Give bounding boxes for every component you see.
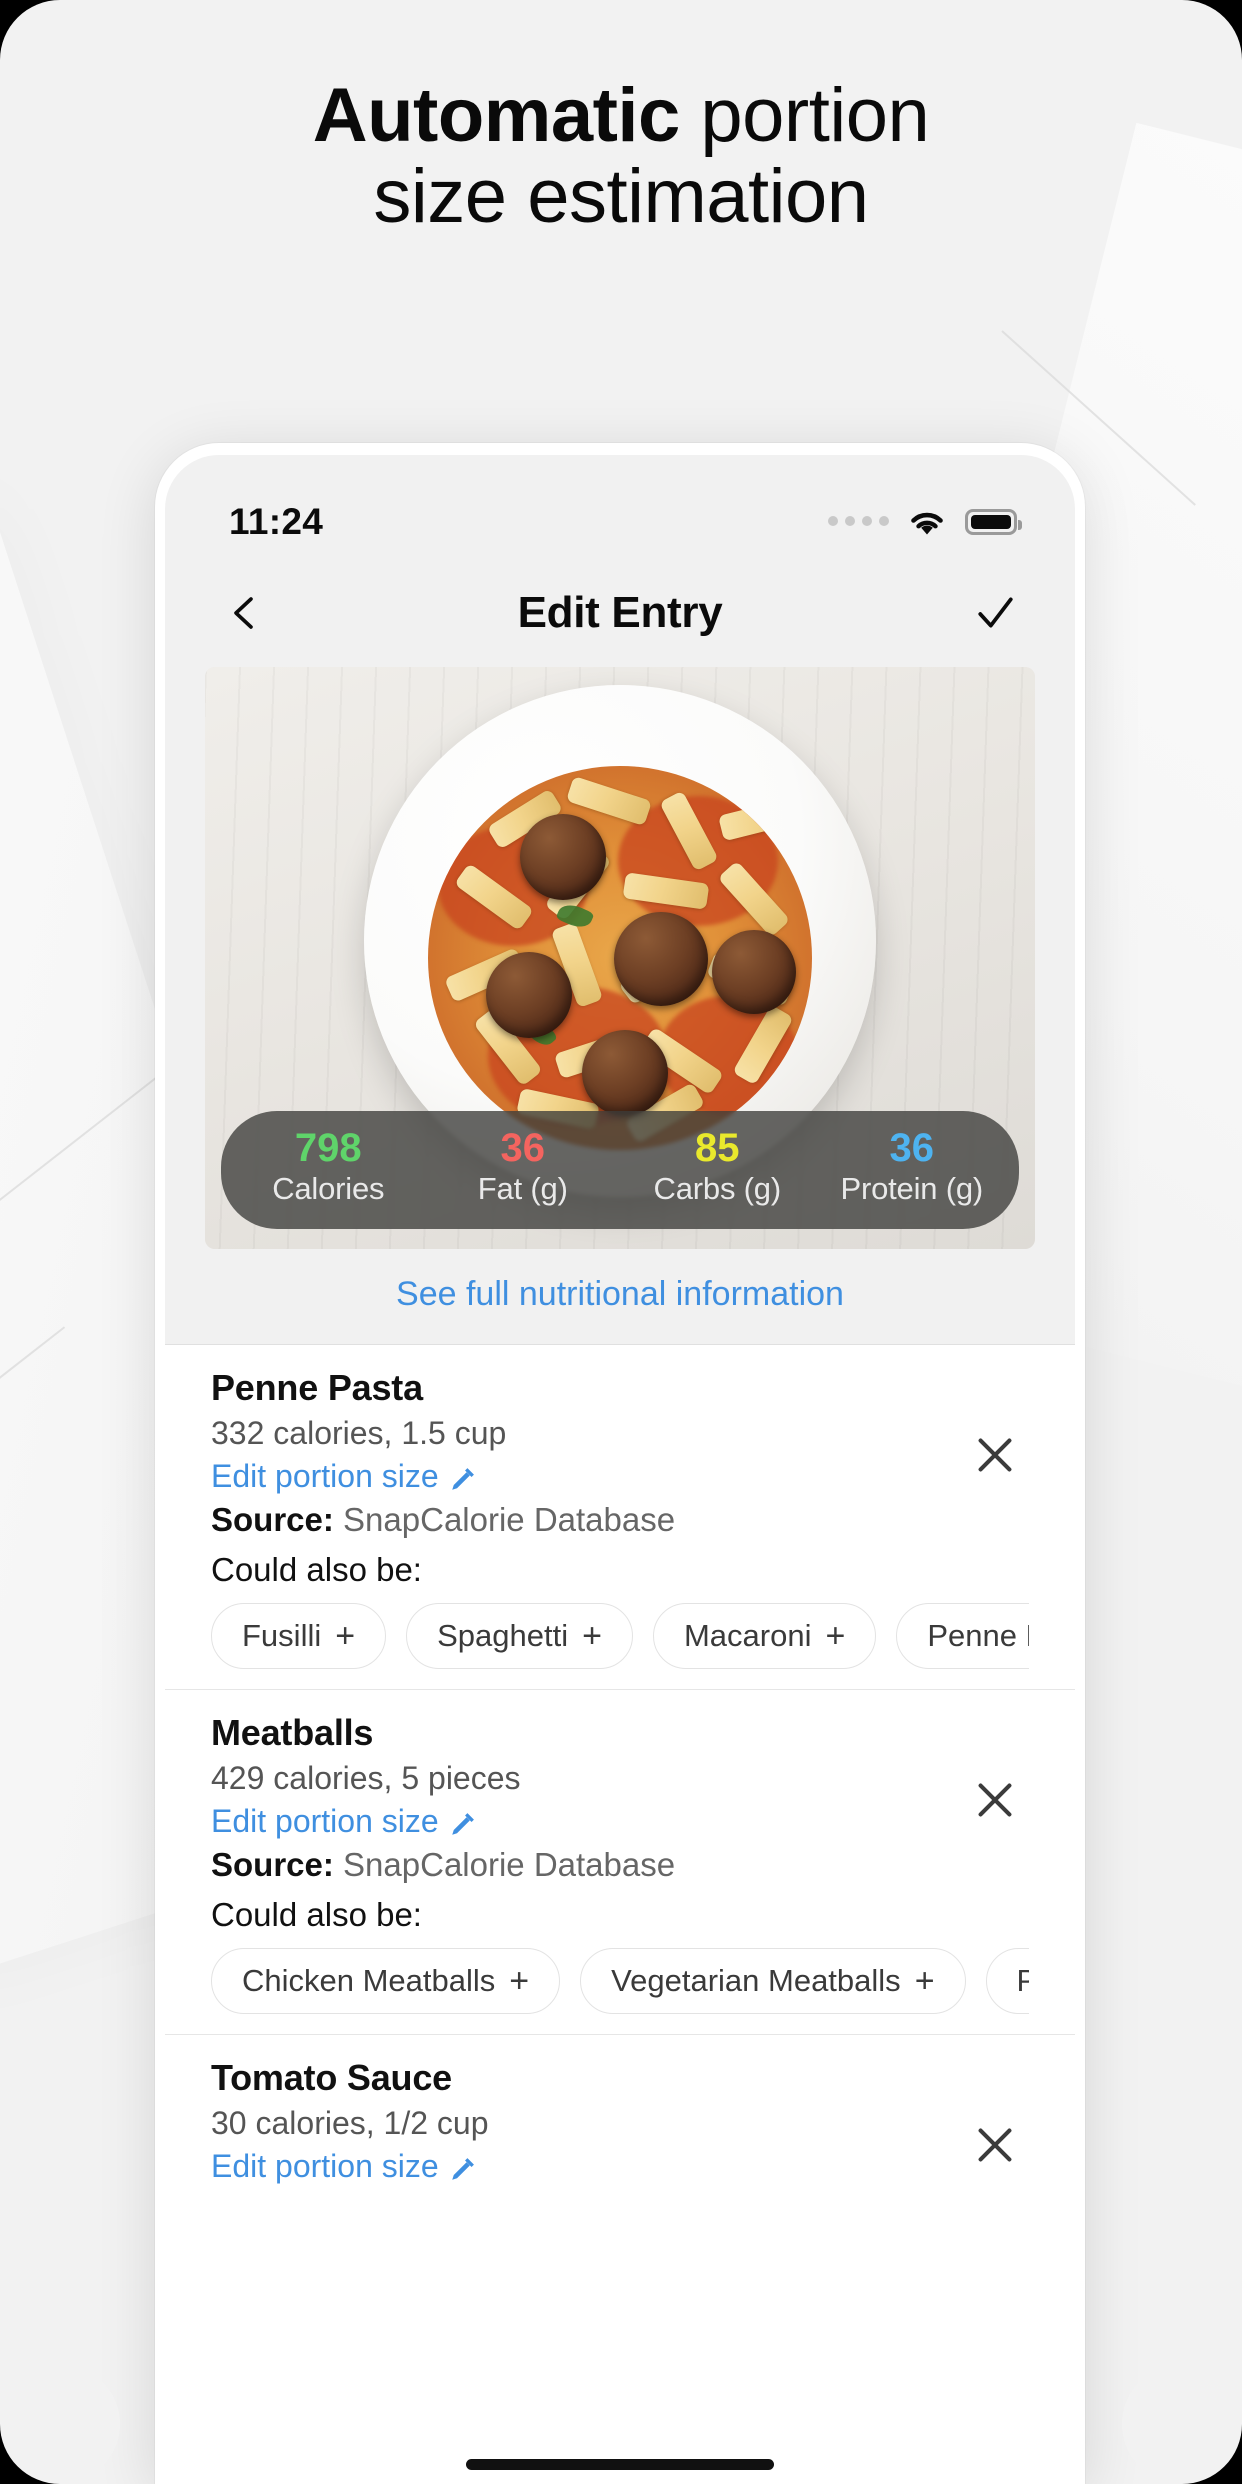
alternative-chip[interactable]: Macaroni +: [652, 1603, 877, 1669]
meal-photo[interactable]: 798 Calories 36 Fat (g) 85 Carbs (g) 36 …: [205, 667, 1035, 1249]
macro-protein: 36 Protein (g): [815, 1127, 1010, 1209]
page-headline: Automatic portion size estimation: [0, 73, 1242, 239]
headline-strong: Automatic: [312, 73, 681, 158]
macro-summary-overlay: 798 Calories 36 Fat (g) 85 Carbs (g) 36 …: [221, 1110, 1019, 1229]
food-pile: [428, 766, 812, 1150]
pencil-icon: [449, 1809, 475, 1835]
macro-carbs-label: Carbs (g): [653, 1170, 782, 1206]
plus-icon: +: [825, 1617, 846, 1655]
confirm-button[interactable]: [965, 583, 1025, 643]
edit-portion-size-button[interactable]: Edit portion size: [211, 1803, 1029, 1840]
corner-mask-top-left: [0, 0, 120, 120]
macro-calories-value: 798: [294, 1125, 362, 1170]
item-calories: 429 calories, 5 pieces: [211, 1760, 521, 1796]
checkmark-icon: [978, 597, 1013, 628]
macro-protein-value: 36: [889, 1125, 935, 1170]
macro-fat: 36 Fat (g): [426, 1127, 621, 1209]
alternative-chip[interactable]: Chicken Meatballs +: [211, 1948, 561, 2014]
close-icon: [978, 1438, 1012, 1472]
edit-portion-size-button[interactable]: Edit portion size: [211, 2148, 1029, 2185]
plus-icon: +: [509, 1962, 530, 2000]
phone-mockup: 11:24 Edit Entry 798 Calories 36 Fat (g)…: [155, 443, 1085, 2484]
item-name: Meatballs: [211, 1712, 374, 1753]
plus-icon: +: [914, 1962, 935, 2000]
remove-item-button[interactable]: [971, 1431, 1019, 1479]
edit-portion-size-label: Edit portion size: [211, 1458, 439, 1494]
item-source-label: Source:: [211, 1501, 334, 1538]
item-source: Source: SnapCalorie Database: [211, 1501, 1029, 1539]
item-calories: 332 calories, 1.5 cup: [211, 1415, 507, 1451]
item-source-label: Source:: [211, 1846, 334, 1883]
alternative-chip-label: Spaghetti: [437, 1618, 569, 1653]
alternatives-chips[interactable]: Chicken Meatballs + Vegetarian Meatballs +…: [211, 1948, 1029, 2014]
item-name: Tomato Sauce: [211, 2057, 452, 2098]
pencil-icon: [449, 1464, 475, 1490]
alternatives-chips[interactable]: Fusilli + Spaghetti + Macaroni + Penne P: [211, 1603, 1029, 1669]
alternative-chip-label: Penne P: [927, 1618, 1029, 1653]
hero-section: 798 Calories 36 Fat (g) 85 Carbs (g) 36 …: [165, 659, 1075, 1249]
plus-icon: +: [335, 1617, 356, 1655]
item-source: Source: SnapCalorie Database: [211, 1846, 1029, 1884]
edit-portion-size-label: Edit portion size: [211, 1803, 439, 1839]
macro-fat-label: Fat (g): [477, 1170, 568, 1206]
macro-fat-value: 36: [500, 1125, 546, 1170]
nav-bar: Edit Entry: [165, 567, 1075, 659]
macro-calories: 798 Calories: [231, 1127, 426, 1209]
remove-item-button[interactable]: [971, 2121, 1019, 2169]
alternative-chip[interactable]: Penne P: [896, 1603, 1029, 1669]
see-full-nutrition-link[interactable]: See full nutritional information: [396, 1275, 844, 1313]
edit-portion-size-button[interactable]: Edit portion size: [211, 1458, 1029, 1495]
battery-full-icon: [965, 509, 1022, 535]
item-source-value: SnapCalorie Database: [343, 1846, 676, 1883]
plus-icon: +: [582, 1617, 602, 1655]
alternative-chip-label: Chicken Meatballs: [242, 1963, 496, 1998]
remove-item-button[interactable]: [971, 1776, 1019, 1824]
phone-screen: 11:24 Edit Entry 798 Calories 36 Fat (g)…: [165, 455, 1075, 2484]
alternative-chip-label: Macaroni: [683, 1618, 812, 1653]
item-calories: 30 calories, 1/2 cup: [211, 2105, 489, 2141]
macro-protein-label: Protein (g): [840, 1170, 984, 1206]
status-time: 11:24: [229, 501, 324, 542]
list-item: Meatballs 429 calories, 5 pieces Edit po…: [165, 1689, 1075, 2034]
status-icons: [828, 508, 1022, 537]
close-icon: [978, 1783, 1012, 1817]
list-item: Penne Pasta 332 calories, 1.5 cup Edit p…: [165, 1344, 1075, 1689]
item-source-value: SnapCalorie Database: [343, 1501, 676, 1538]
headline-line2: size estimation: [373, 153, 869, 239]
edit-portion-size-label: Edit portion size: [211, 2148, 439, 2184]
list-item: Tomato Sauce 30 calories, 1/2 cup Edit p…: [165, 2034, 1075, 2225]
food-items-list: Penne Pasta 332 calories, 1.5 cup Edit p…: [165, 1344, 1075, 2225]
headline-rest: portion: [679, 73, 930, 158]
page-title: Edit Entry: [517, 588, 723, 637]
signal-dots-icon: [828, 516, 889, 528]
alternative-chip-label: Fusilli: [242, 1618, 322, 1653]
alternative-chip[interactable]: Fusilli +: [211, 1603, 387, 1669]
corner-mask-bottom-right: [1122, 2364, 1242, 2484]
alternative-chip-label: P: [1016, 1963, 1029, 1998]
alternative-chip[interactable]: Vegetarian Meatballs +: [580, 1948, 966, 2014]
alternative-chip[interactable]: P: [985, 1948, 1029, 2014]
alternative-chip-label: Vegetarian Meatballs: [611, 1963, 901, 1998]
home-indicator: [466, 2459, 774, 2470]
alternative-chip[interactable]: Spaghetti +: [406, 1603, 633, 1669]
macro-carbs: 85 Carbs (g): [620, 1127, 815, 1209]
back-button[interactable]: [215, 583, 275, 643]
chevron-left-icon: [234, 597, 253, 629]
corner-mask-bottom-left: [0, 2364, 120, 2484]
item-alternatives-label: Could also be:: [211, 1896, 422, 1933]
pencil-icon: [449, 2154, 475, 2180]
item-alternatives-label: Could also be:: [211, 1551, 422, 1588]
item-name: Penne Pasta: [211, 1367, 423, 1408]
macro-carbs-value: 85: [695, 1125, 740, 1170]
close-icon: [978, 2128, 1012, 2162]
status-bar: 11:24: [165, 455, 1075, 567]
corner-mask-top-right: [1122, 0, 1242, 120]
macro-calories-label: Calories: [272, 1170, 385, 1206]
nutrition-link-row: See full nutritional information: [165, 1249, 1075, 1344]
wifi-icon: [907, 508, 947, 537]
